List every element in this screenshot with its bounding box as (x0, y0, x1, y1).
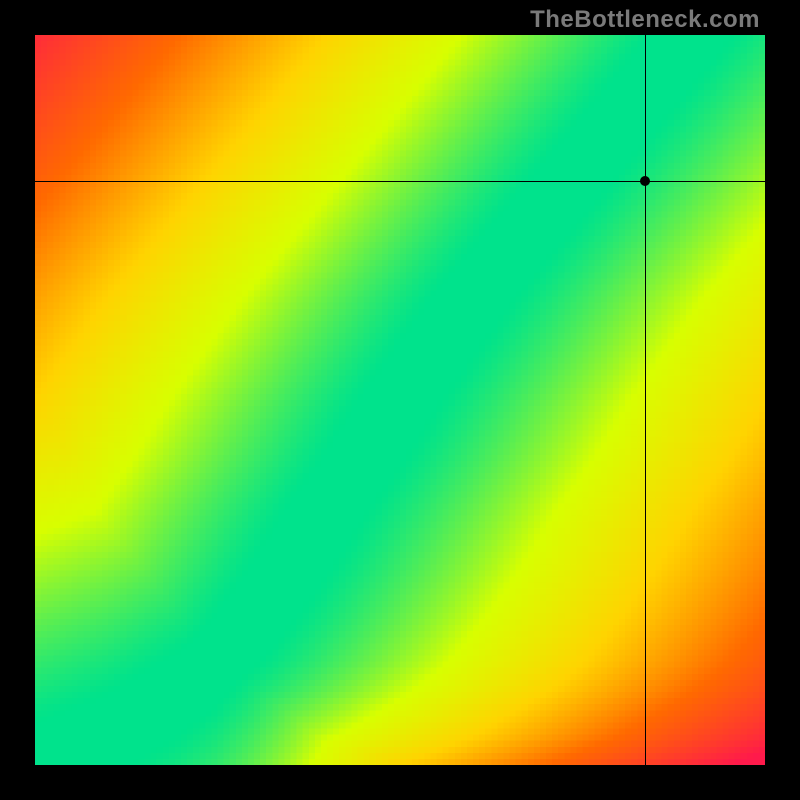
crosshair-marker-dot (640, 176, 650, 186)
heatmap-plot (35, 35, 765, 765)
heatmap-canvas (35, 35, 765, 765)
crosshair-vertical-line (645, 35, 646, 765)
watermark-text: TheBottleneck.com (530, 6, 760, 34)
crosshair-horizontal-line (35, 181, 765, 182)
